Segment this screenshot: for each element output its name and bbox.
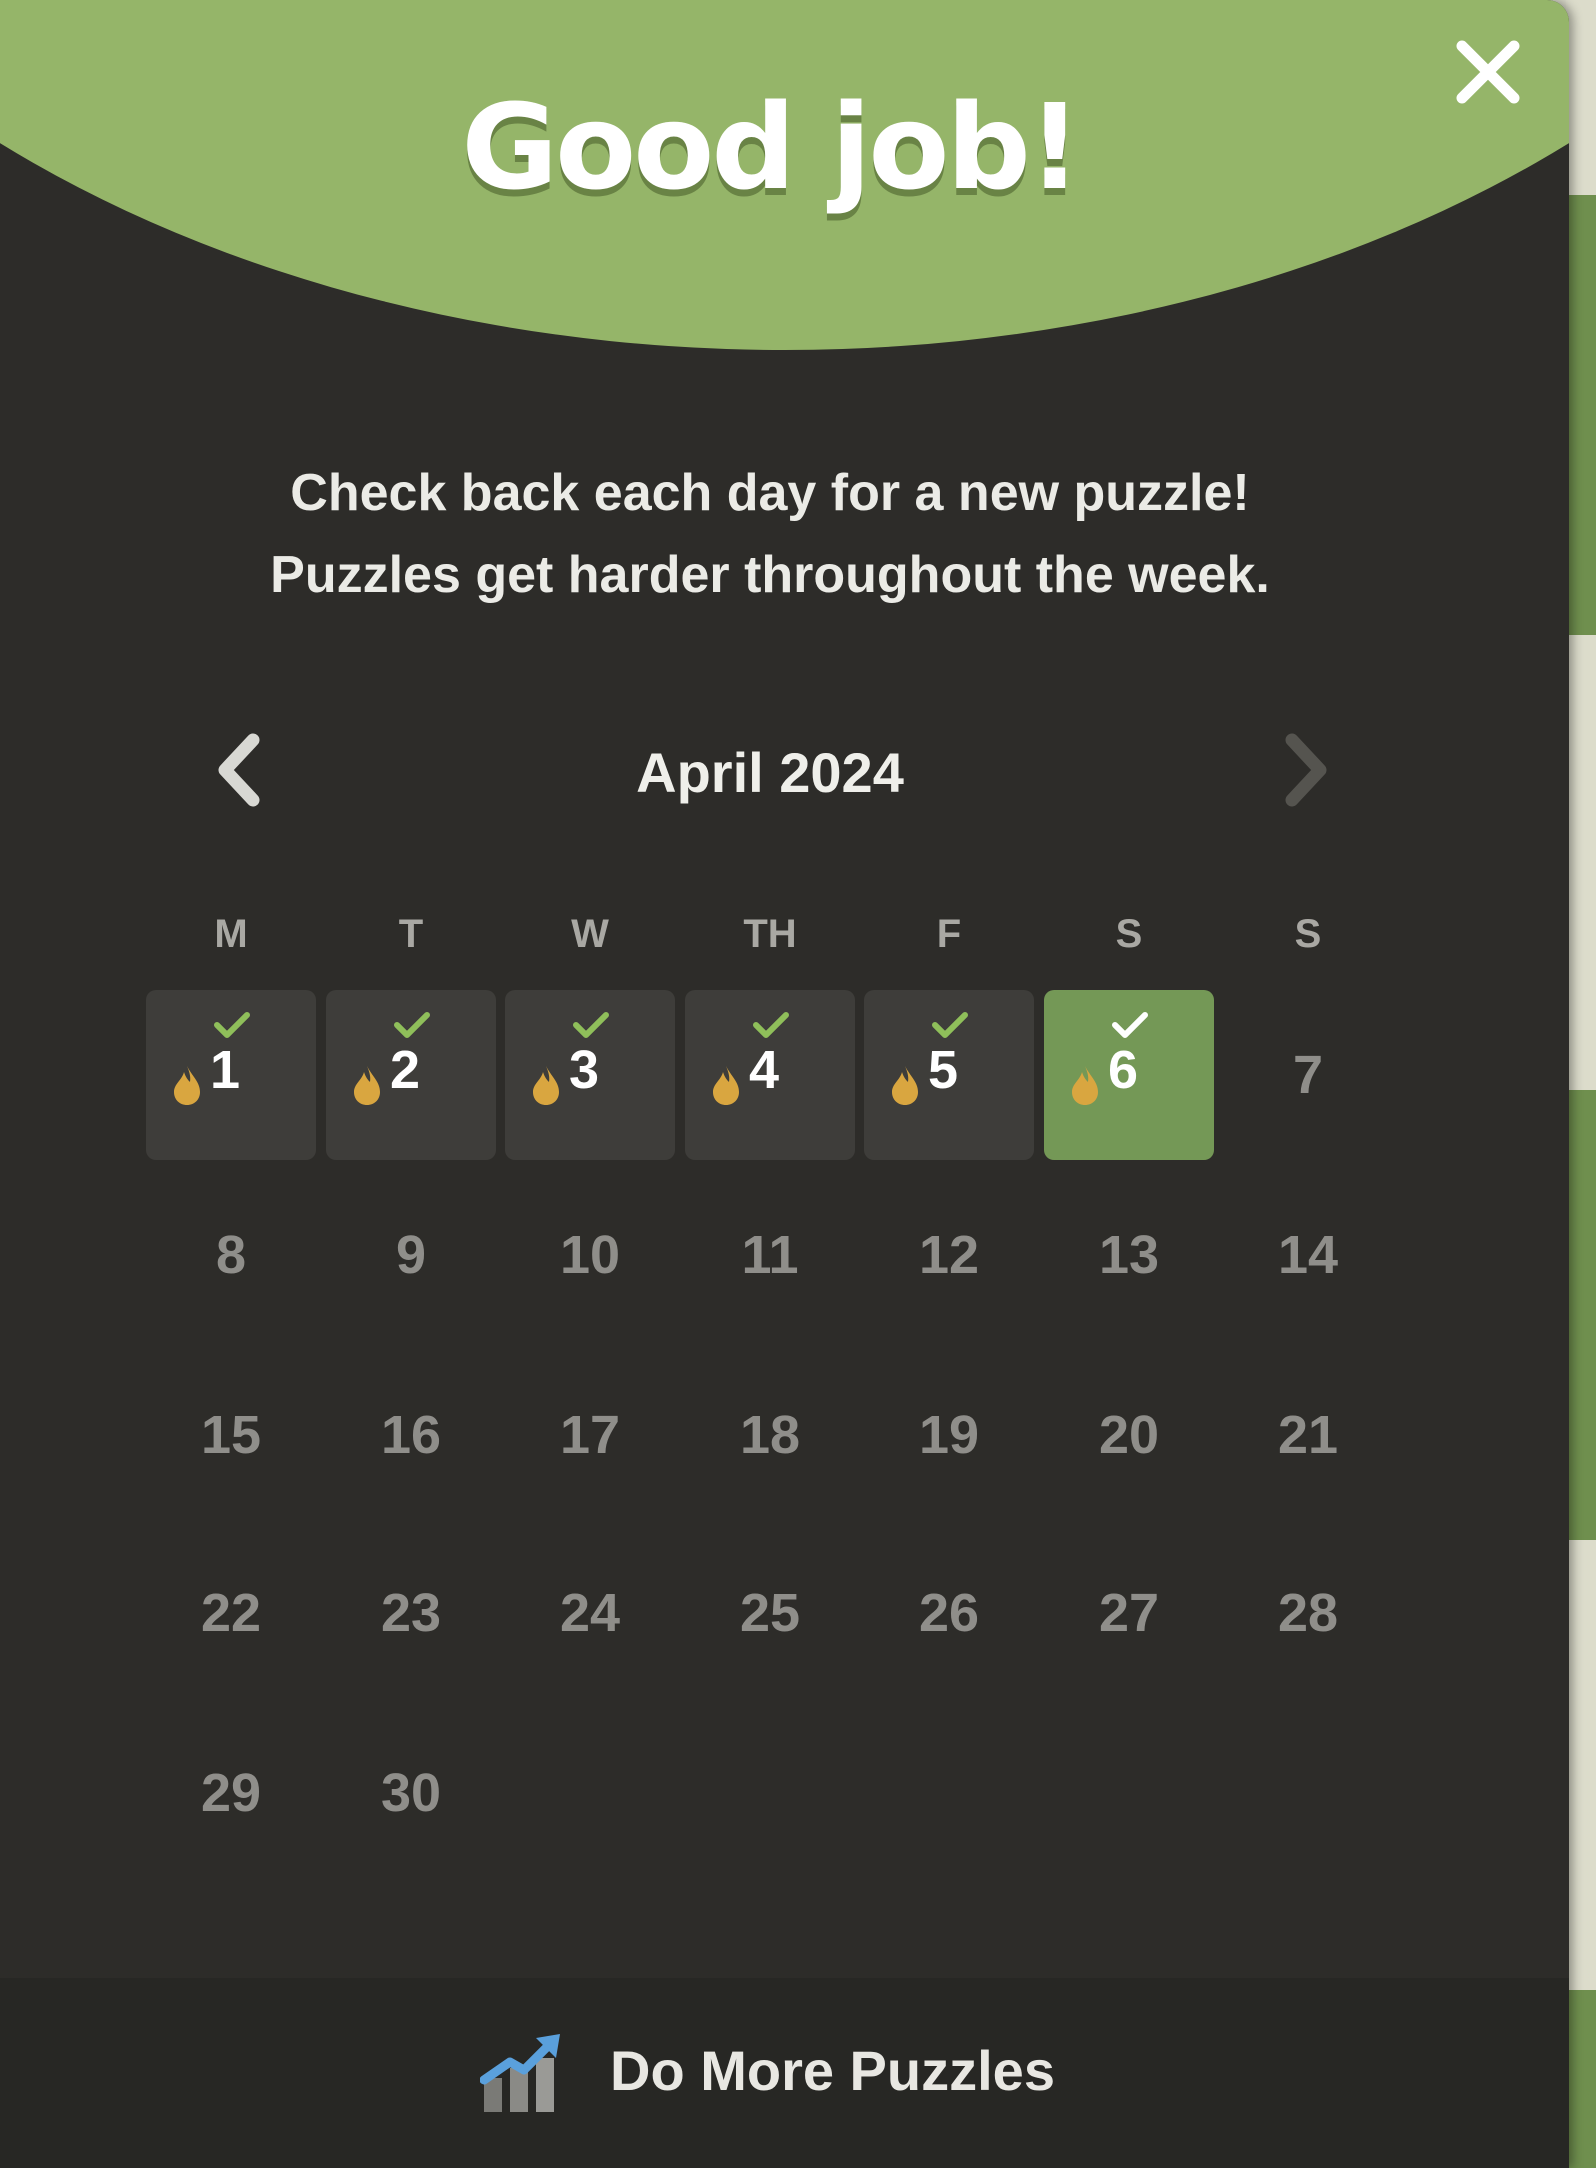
calendar-day-24: 24 (559, 1583, 621, 1643)
calendar-day-27: 27 (1098, 1583, 1160, 1643)
check-icon (214, 1012, 250, 1038)
weekday-label: TH (743, 912, 797, 956)
check-icon (573, 1012, 609, 1038)
calendar-day-11: 11 (741, 1225, 799, 1285)
background-strip (1566, 1990, 1596, 2168)
calendar-day-19: 19 (918, 1405, 980, 1465)
calendar-day-18: 18 (739, 1405, 801, 1465)
calendar-day-9: 9 (395, 1225, 427, 1285)
check-icon (753, 1012, 789, 1038)
calendar-day-15: 15 (200, 1405, 262, 1465)
calendar-day-30: 30 (380, 1763, 442, 1823)
calendar-day-20: 20 (1098, 1405, 1160, 1465)
check-icon (394, 1012, 430, 1038)
weekday-label: S (1294, 912, 1322, 956)
do-more-puzzles-label: Do More Puzzles (610, 2039, 1055, 2102)
calendar-day-17: 17 (559, 1405, 621, 1465)
calendar-day-5[interactable]: 5 (864, 990, 1034, 1160)
calendar-day-2[interactable]: 2 (326, 990, 496, 1160)
calendar-day-12: 12 (918, 1225, 980, 1285)
info-line-1: Check back each day for a new puzzle! (290, 464, 1250, 522)
info-message: Check back each day for a new puzzle! Pu… (0, 452, 1540, 616)
calendar-day-number: 2 (390, 1040, 421, 1100)
next-month-button[interactable] (1270, 730, 1340, 810)
calendar-day-13: 13 (1098, 1225, 1160, 1285)
weekday-label: S (1115, 912, 1143, 956)
weekday-label: M (214, 912, 248, 956)
flame-icon (1072, 1066, 1098, 1105)
calendar-day-8: 8 (215, 1225, 247, 1285)
calendar-day-7: 7 (1292, 1045, 1324, 1105)
check-icon (1112, 1012, 1148, 1038)
calendar-day-16: 16 (380, 1405, 442, 1465)
check-icon (932, 1012, 968, 1038)
calendar-day-25: 25 (739, 1583, 801, 1643)
calendar-day-21: 21 (1277, 1405, 1339, 1465)
calendar-day-10: 10 (559, 1225, 621, 1285)
close-button[interactable] (1450, 34, 1526, 110)
footer-bar: Do More Puzzles (0, 1978, 1569, 2168)
calendar-day-6[interactable]: 6 (1044, 990, 1214, 1160)
calendar-day-number: 6 (1108, 1040, 1139, 1100)
calendar-day-number: 5 (928, 1040, 959, 1100)
background-strip (1566, 195, 1596, 635)
calendar-day-26: 26 (918, 1583, 980, 1643)
calendar-day-22: 22 (200, 1583, 262, 1643)
calendar-day-14: 14 (1277, 1225, 1339, 1285)
calendar-day-3[interactable]: 3 (505, 990, 675, 1160)
weekday-label: F (936, 912, 962, 956)
calendar-day-number: 3 (569, 1040, 600, 1100)
calendar-day-1[interactable]: 1 (146, 990, 316, 1160)
close-icon (1456, 40, 1520, 104)
flame-icon (533, 1066, 559, 1105)
flame-icon (713, 1066, 739, 1105)
calendar-day-4[interactable]: 4 (685, 990, 855, 1160)
weekday-label: W (571, 912, 609, 956)
calendar-day-number: 1 (210, 1040, 241, 1100)
info-line-2: Puzzles get harder throughout the week. (270, 546, 1270, 604)
flame-icon (354, 1066, 380, 1105)
flame-icon (174, 1066, 200, 1105)
chevron-right-icon (1285, 733, 1327, 807)
calendar-day-28: 28 (1277, 1583, 1339, 1643)
calendar-day-number: 4 (749, 1040, 780, 1100)
background-strip (1566, 1090, 1596, 1540)
modal-title: Good job! (461, 78, 1081, 216)
completion-modal: Good job! Check back each day for a new … (0, 0, 1569, 2168)
flame-icon (892, 1066, 918, 1105)
calendar-day-29: 29 (200, 1763, 262, 1823)
calendar-day-23: 23 (380, 1583, 442, 1643)
chart-arrow-icon (480, 2034, 560, 2112)
do-more-puzzles-button[interactable]: Do More Puzzles (480, 2016, 1100, 2126)
weekday-label: T (398, 912, 424, 956)
